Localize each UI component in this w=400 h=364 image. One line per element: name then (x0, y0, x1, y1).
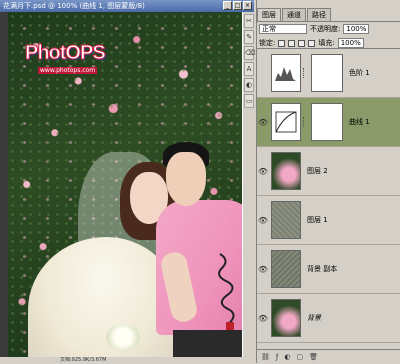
layer-background[interactable]: 👁 背景 (257, 294, 400, 343)
layer-style-icon[interactable]: ƒ (276, 353, 278, 361)
lock-position-icon[interactable] (298, 39, 306, 47)
pencil-icon[interactable]: ✎ (244, 30, 254, 44)
new-layer-icon[interactable]: ▢ (296, 353, 303, 361)
blend-mode-select[interactable]: 正常 (259, 24, 307, 34)
document-size: 文档:925.9K/3.67M (60, 357, 107, 363)
layer-curves-1[interactable]: 👁 曲线 1 (257, 98, 400, 147)
layers-panel: 图层 通道 路径 正常 不透明度: 100% 锁定: 填充: 100% 色阶 1… (256, 0, 400, 363)
chain-link-icon (303, 117, 308, 127)
layer-thumbnail (271, 299, 301, 337)
minimize-button[interactable]: _ (223, 1, 232, 10)
eraser-icon[interactable]: ⌫ (244, 46, 255, 60)
layer-name: 色阶 1 (349, 69, 370, 77)
maximize-button[interactable]: □ (233, 1, 242, 10)
layers-footer: ⛓ ƒ ◐ ▢ 🗑 (257, 349, 400, 364)
status-bar: 文档:925.9K/3.67M (0, 357, 254, 363)
eye-icon[interactable]: 👁 (257, 118, 269, 127)
close-button[interactable]: × (243, 1, 252, 10)
tab-layers[interactable]: 图层 (257, 8, 281, 21)
text-tool-icon[interactable]: A (244, 62, 254, 76)
eye-icon[interactable]: 👁 (257, 216, 269, 225)
lock-all-icon[interactable] (308, 39, 316, 47)
adjustment-layer-icon[interactable]: ◐ (284, 353, 290, 361)
opacity-label: 不透明度: (310, 25, 341, 33)
layer-thumbnail (271, 250, 301, 288)
dodge-icon[interactable]: ◐ (244, 78, 254, 92)
eye-icon[interactable]: 👁 (257, 265, 269, 274)
trash-icon[interactable]: 🗑 (309, 353, 318, 361)
lock-pixels-icon[interactable] (288, 39, 296, 47)
photops-logo: PhotOPS www.photops.com (22, 40, 122, 80)
eye-icon[interactable]: 👁 (257, 314, 269, 323)
layers-list: 色阶 1 👁 曲线 1 👁 图层 2 👁 图层 1 👁 背景 副本 👁 背景 (257, 48, 400, 349)
logo-url: www.photops.com (38, 67, 98, 74)
layer-name: 图层 1 (307, 216, 328, 224)
link-layers-icon[interactable]: ⛓ (261, 353, 270, 361)
calligraphy-signature (218, 253, 235, 330)
chain-link-icon (303, 68, 308, 78)
layer-1[interactable]: 👁 图层 1 (257, 196, 400, 245)
eye-icon[interactable]: 👁 (257, 167, 269, 176)
lock-transparent-icon[interactable] (278, 39, 286, 47)
layer-thumbnail (271, 152, 301, 190)
logo-text: PhotOPS (25, 42, 107, 65)
layer-thumbnail (271, 201, 301, 239)
document-title: 花满月下.psd @ 100% (曲线 1, 图层蒙版/8) (3, 2, 145, 10)
layer-2[interactable]: 👁 图层 2 (257, 147, 400, 196)
tab-paths[interactable]: 路径 (307, 8, 331, 21)
window-controls: _ □ × (223, 1, 252, 10)
marquee-icon[interactable]: ▭ (244, 94, 254, 108)
layer-mask-thumb[interactable] (311, 103, 343, 141)
layer-name: 图层 2 (307, 167, 328, 175)
layer-background-copy[interactable]: 👁 背景 副本 (257, 245, 400, 294)
layer-levels-1[interactable]: 色阶 1 (257, 49, 400, 98)
groom-face (166, 152, 206, 206)
layer-name: 背景 (307, 314, 321, 322)
bouquet (106, 324, 140, 350)
tool-strip: ✂ ✎ ⌫ A ◐ ▭ (242, 12, 255, 357)
fill-label: 填充: (318, 39, 335, 47)
opacity-input[interactable]: 100% (343, 24, 370, 34)
levels-adjustment-icon (271, 54, 301, 92)
document-window: 花满月下.psd @ 100% (曲线 1, 图层蒙版/8) _ □ × Pho… (0, 0, 254, 363)
blend-row: 正常 不透明度: 100% (257, 22, 400, 36)
lock-label: 锁定: (259, 39, 276, 47)
curves-adjustment-icon (271, 103, 301, 141)
scissors-icon[interactable]: ✂ (244, 14, 254, 28)
layer-name: 曲线 1 (349, 118, 370, 126)
layer-mask-thumb[interactable] (311, 54, 343, 92)
tab-channels[interactable]: 通道 (282, 8, 306, 21)
layer-name: 背景 副本 (307, 265, 338, 273)
document-title-bar[interactable]: 花满月下.psd @ 100% (曲线 1, 图层蒙版/8) _ □ × (0, 0, 254, 12)
fill-input[interactable]: 100% (337, 38, 364, 48)
image-canvas[interactable]: PhotOPS www.photops.com (8, 12, 242, 357)
panel-tabs: 图层 通道 路径 (257, 8, 400, 22)
